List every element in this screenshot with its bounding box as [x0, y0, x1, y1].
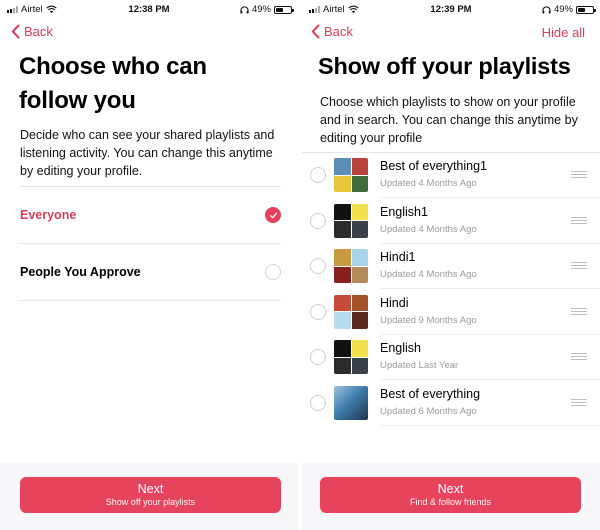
battery-icon — [274, 5, 294, 14]
playlist-radio[interactable] — [310, 394, 326, 411]
playlist-artwork — [334, 249, 368, 283]
playlist-row[interactable]: Hindi1 Updated 4 Months Ago — [302, 244, 600, 289]
playlist-radio[interactable] — [310, 212, 326, 229]
drag-handle-icon[interactable] — [571, 353, 587, 360]
radio-unchecked-icon[interactable] — [265, 264, 281, 280]
drag-handle-icon[interactable] — [571, 307, 587, 315]
back-button[interactable]: Back — [11, 24, 53, 39]
playlist-name: Hindi1 — [380, 250, 416, 264]
artwork-tile — [351, 294, 368, 311]
page-title: Choose who can follow you — [19, 53, 207, 114]
checkmark-icon[interactable] — [265, 207, 281, 223]
playlist-updated: Updated 6 Months Ago — [380, 405, 477, 417]
row-divider — [380, 424, 600, 426]
artwork-tile — [351, 312, 368, 329]
artwork-tile — [334, 357, 351, 374]
nav-bar: Back Hide all — [302, 22, 600, 44]
artwork-tile — [334, 221, 351, 238]
playlist-artwork — [334, 203, 368, 238]
artwork-tile — [334, 175, 351, 192]
drag-handle-icon[interactable] — [571, 262, 587, 269]
chevron-left-icon — [11, 24, 20, 39]
playlist-updated: Updated Last Year — [380, 360, 459, 371]
artwork-tile — [351, 175, 368, 192]
option-everyone[interactable]: Everyone — [20, 187, 281, 243]
artwork-tile — [351, 203, 368, 220]
playlist-artwork — [334, 385, 368, 420]
playlist-radio[interactable] — [310, 349, 326, 365]
playlist-artwork — [334, 340, 368, 374]
chevron-left-icon — [311, 24, 320, 39]
artwork-tile — [334, 203, 351, 220]
back-label: Back — [324, 24, 353, 39]
playlist-row[interactable]: Best of everything Updated 6 Months Ago — [302, 381, 600, 426]
artwork-tile — [334, 249, 351, 266]
nav-bar: Back — [0, 22, 298, 44]
next-button-sublabel: Find & follow friends — [409, 497, 492, 507]
back-label: Back — [24, 24, 53, 39]
next-button[interactable]: Next Show off your playlists — [20, 477, 281, 513]
drag-handle-icon[interactable] — [571, 171, 587, 178]
next-button-label: Next — [437, 482, 464, 496]
playlist-name: Best of everything — [380, 386, 481, 401]
option-label: People You Approve — [20, 265, 141, 279]
playlist-name: English — [380, 341, 421, 355]
playlist-name: English1 — [380, 204, 428, 219]
artwork-tile — [351, 357, 368, 374]
headphones-icon — [240, 5, 249, 14]
artwork-tile — [334, 294, 351, 311]
playlist-updated: Updated 4 Months Ago — [380, 223, 477, 235]
playlist-updated: Updated 4 Months Ago — [380, 269, 477, 280]
playlists-screen: Airtel 12:39 PM 49% Back Hide all Show o… — [302, 0, 600, 530]
artwork-tile — [334, 266, 351, 283]
playlist-row[interactable]: English1 Updated 4 Months Ago — [302, 199, 600, 244]
page-title: Show off your playlists — [318, 53, 571, 79]
playlist-name: Hindi — [380, 295, 409, 310]
headphones-icon — [542, 5, 551, 14]
back-button[interactable]: Back — [311, 24, 353, 39]
artwork-tile — [351, 249, 368, 266]
battery-percent: 49% — [251, 4, 271, 15]
option-label: Everyone — [20, 208, 77, 222]
follow-settings-screen: Airtel 12:38 PM 49% Back Choose who can … — [0, 0, 298, 530]
status-bar: Airtel 12:38 PM 49% — [0, 0, 298, 18]
battery-percent: 49% — [553, 4, 573, 15]
artwork-tile — [334, 312, 351, 329]
footer: Next Find & follow friends — [302, 463, 600, 530]
footer: Next Show off your playlists — [0, 463, 298, 530]
playlist-radio[interactable] — [310, 258, 326, 274]
playlist-radio[interactable] — [310, 167, 326, 183]
playlist-artwork — [334, 294, 368, 329]
next-button[interactable]: Next Find & follow friends — [320, 477, 581, 513]
playlist-artwork — [334, 158, 368, 192]
hide-all-button[interactable]: Hide all — [542, 25, 585, 40]
artwork-tile — [351, 266, 368, 283]
divider — [20, 300, 281, 301]
playlist-name: Best of everything1 — [380, 159, 488, 173]
page-description: Decide who can see your shared playlists… — [20, 128, 275, 178]
option-people-you-approve[interactable]: People You Approve — [20, 244, 281, 300]
drag-handle-icon[interactable] — [571, 216, 587, 224]
artwork-tile — [351, 340, 368, 357]
playlist-radio[interactable] — [310, 303, 326, 320]
playlist-row[interactable]: English Updated Last Year — [302, 335, 600, 380]
battery-icon — [576, 5, 596, 14]
playlist-updated: Updated 4 Months Ago — [380, 178, 477, 189]
page-description: Choose which playlists to show on your p… — [320, 95, 578, 145]
status-bar: Airtel 12:39 PM 49% — [302, 0, 600, 18]
playlist-row[interactable]: Hindi Updated 9 Months Ago — [302, 290, 600, 335]
artwork-tile — [334, 340, 351, 357]
next-button-label: Next — [137, 482, 164, 496]
playlist-updated: Updated 9 Months Ago — [380, 314, 477, 326]
artwork-tile — [334, 158, 351, 175]
artwork-tile — [351, 158, 368, 175]
artwork-tile — [351, 221, 368, 238]
next-button-sublabel: Show off your playlists — [105, 497, 196, 507]
playlist-row[interactable]: Best of everything1 Updated 4 Months Ago — [302, 153, 600, 198]
drag-handle-icon[interactable] — [571, 398, 587, 406]
